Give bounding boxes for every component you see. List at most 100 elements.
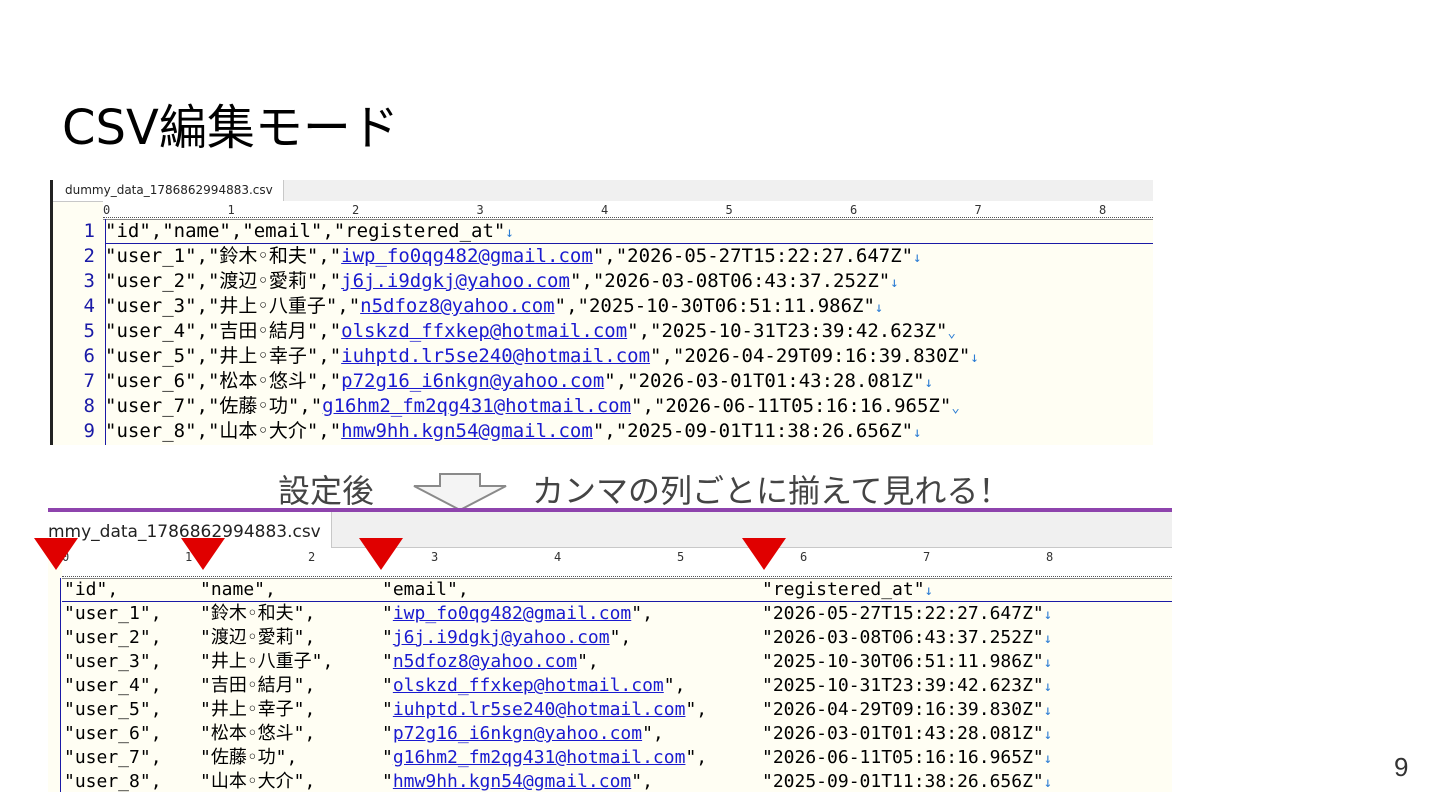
column-ruler: 012345678 (62, 548, 1172, 579)
email-link[interactable]: iwp_fo0qg482@gmail.com (341, 245, 593, 267)
code-area[interactable]: "id","name","email","registered_at"↓ "use… (105, 219, 1153, 444)
ruler-mark: 7 (974, 203, 982, 217)
email-link[interactable]: n5dfoz8@yahoo.com (393, 651, 577, 672)
quote: " (382, 699, 393, 720)
cell-text: "2025-09-01T11:38:26.656Z" (762, 771, 1044, 792)
csv-cell: "id", (64, 579, 119, 600)
csv-cell: "user_5", (64, 699, 162, 720)
csv-row: "user_5", "井上◦幸子", "iuhptd.lr5se240@hotmai… (62, 698, 1172, 722)
email-link[interactable]: j6j.i9dgkj@yahoo.com (393, 627, 610, 648)
cell-text: "2026-06-11T05:16:16.965Z" (762, 747, 1044, 768)
csv-cell: "松本◦悠斗", (200, 723, 316, 744)
ruler-mark: 2 (308, 550, 316, 564)
email-link[interactable]: j6j.i9dgkj@yahoo.com (341, 270, 570, 292)
quote: " (382, 675, 393, 696)
quote: ", (685, 699, 708, 720)
quote: ", (631, 603, 653, 624)
quote: " (382, 723, 393, 744)
newline-icon: ↓ (1043, 727, 1053, 743)
email-link[interactable]: iuhptd.lr5se240@hotmail.com (393, 699, 686, 720)
column-ruler: 012345678 (103, 201, 1153, 220)
line-number: 6 (83, 345, 95, 367)
line-number: 8 (83, 395, 95, 417)
code-line: "user_3","井上◦八重子","n5dfoz8@yahoo.com","2… (105, 294, 1153, 319)
ruler-mark: 2 (352, 203, 360, 217)
code-area[interactable]: "id","name","email","registered_at"↓"use… (62, 578, 1172, 792)
ruler-mark: 5 (677, 550, 685, 564)
quote: " (382, 603, 393, 624)
line-number: 4 (83, 295, 95, 317)
ruler-mark: 7 (923, 550, 931, 564)
quote: " (382, 771, 393, 792)
newline-icon: ↓ (1043, 607, 1053, 623)
slide-title: CSV編集モード (62, 100, 399, 156)
quote: ", (631, 771, 653, 792)
quote: ", (663, 675, 686, 696)
newline-icon: ↓ (1043, 775, 1053, 791)
email-link[interactable]: hmw9hh.kgn54@gmail.com (393, 771, 631, 792)
line-number: 2 (83, 245, 95, 267)
newline-icon: ⌄ (951, 400, 960, 416)
cell-text: "2026-05-27T15:22:27.647Z" (762, 603, 1044, 624)
csv-cell: "渡辺◦愛莉", (200, 627, 316, 648)
code-line: "id","name","email","registered_at"↓ (105, 219, 1153, 244)
newline-icon: ↓ (913, 425, 922, 441)
email-link[interactable]: iwp_fo0qg482@gmail.com (393, 603, 631, 624)
cell-text: "2025-10-31T23:39:42.623Z" (762, 675, 1044, 696)
email-link[interactable]: g16hm2_fm2qg431@hotmail.com (322, 395, 631, 417)
csv-cell: "佐藤◦功", (200, 747, 298, 768)
csv-cell: "iuhptd.lr5se240@hotmail.com", (382, 698, 707, 722)
csv-cell: "olskzd_ffxkep@hotmail.com", (382, 674, 685, 698)
csv-row: "user_7", "佐藤◦功", "g16hm2_fm2qg431@hotmail… (62, 746, 1172, 770)
csv-cell: "user_1", (64, 603, 162, 624)
page-number: 9 (1394, 752, 1409, 782)
ruler-mark: 3 (476, 203, 484, 217)
cell-text: "registered_at" (762, 579, 925, 600)
code-line: "user_2","渡辺◦愛莉","j6j.i9dgkj@yahoo.com",… (105, 269, 1153, 294)
quote: ", (609, 627, 632, 648)
code-line: "user_8","山本◦大介","hmw9hh.kgn54@gmail.com… (105, 419, 1153, 444)
csv-header-row: "id", "name", "email", "registered_at"↓ (62, 578, 1172, 602)
line-number: 1 (83, 220, 95, 242)
csv-cell: "user_8", (64, 771, 162, 792)
email-link[interactable]: olskzd_ffxkep@hotmail.com (341, 320, 627, 342)
csv-cell: "吉田◦結月", (200, 675, 316, 696)
email-link[interactable]: g16hm2_fm2qg431@hotmail.com (393, 747, 686, 768)
line-number: 9 (83, 420, 95, 442)
cell-text: "2026-03-08T06:43:37.252Z" (762, 627, 1044, 648)
ruler-mark: 1 (227, 203, 235, 217)
caption-aligned: カンマの列ごとに揃えて見れる！ (532, 472, 1011, 510)
column-marker-icon (359, 538, 403, 570)
ruler-mark: 8 (1099, 203, 1107, 217)
ruler-mark: 5 (725, 203, 733, 217)
column-marker-icon (742, 538, 786, 570)
email-link[interactable]: olskzd_ffxkep@hotmail.com (393, 675, 664, 696)
csv-cell: "user_2", (64, 627, 162, 648)
line-text: ","2025-10-30T06:51:11.986Z" (554, 295, 875, 317)
arrow-down-icon (413, 473, 507, 512)
cell-text: "2026-03-01T01:43:28.081Z" (762, 723, 1044, 744)
line-number: 5 (83, 320, 95, 342)
csv-cell: "井上◦八重子", (200, 651, 334, 672)
email-link[interactable]: iuhptd.lr5se240@hotmail.com (341, 345, 650, 367)
ruler-mark: 4 (554, 550, 562, 564)
csv-cell: "iwp_fo0qg482@gmail.com", (382, 602, 653, 626)
code-line: "user_5","井上◦幸子","iuhptd.lr5se240@hotmai… (105, 344, 1153, 369)
line-text: ","2025-10-31T23:39:42.623Z" (627, 320, 948, 342)
code-line: "user_4","吉田◦結月","olskzd_ffxkep@hotmail.… (105, 319, 1153, 344)
ruler-mark: 8 (1046, 550, 1054, 564)
cell-text: "2026-04-29T09:16:39.830Z" (762, 699, 1044, 720)
email-link[interactable]: p72g16_i6nkgn@yahoo.com (341, 370, 604, 392)
csv-row: "user_8", "山本◦大介", "hmw9hh.kgn54@gmail.com… (62, 770, 1172, 792)
quote: ", (685, 747, 708, 768)
line-text: "user_5","井上◦幸子"," (105, 345, 342, 367)
email-link[interactable]: n5dfoz8@yahoo.com (360, 295, 554, 317)
email-link[interactable]: hmw9hh.kgn54@gmail.com (341, 420, 593, 442)
email-link[interactable]: p72g16_i6nkgn@yahoo.com (393, 723, 642, 744)
newline-icon: ↓ (890, 275, 899, 291)
csv-cell: "2026-03-08T06:43:37.252Z"↓ (762, 626, 1052, 651)
cell-text: "2025-10-30T06:51:11.986Z" (762, 651, 1044, 672)
newline-icon: ↓ (924, 583, 933, 599)
file-tab[interactable]: dummy_data_1786862994883.csv (53, 180, 284, 201)
csv-cell: "2026-03-01T01:43:28.081Z"↓ (762, 722, 1052, 747)
